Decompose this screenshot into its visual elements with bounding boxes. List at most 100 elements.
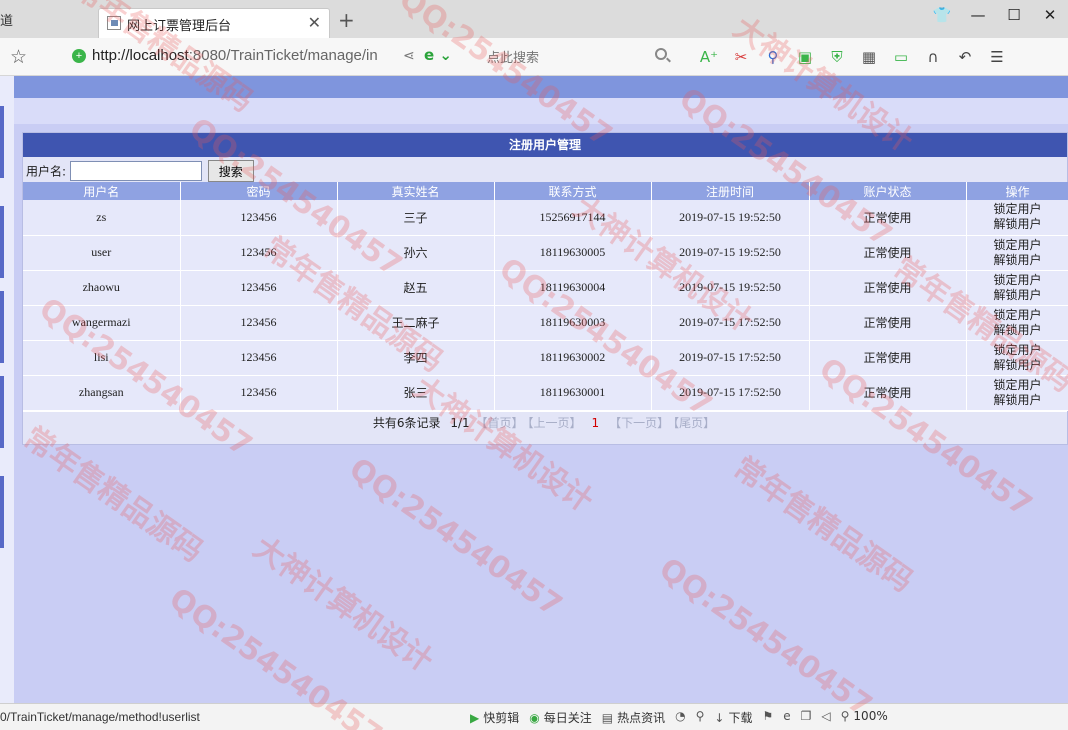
cell-register-time: 2019-07-15 19:52:50 — [651, 200, 810, 236]
cell-realname: 王二麻子 — [337, 305, 495, 341]
table-header-row: 用户名 密码 真实姓名 联系方式 注册时间 账户状态 操作 — [23, 182, 1068, 200]
last-page-link[interactable]: 【尾页】 — [673, 416, 715, 430]
url-path: :8080/TrainTicket/manage/in — [188, 47, 378, 64]
cell-password: 123456 — [180, 235, 338, 271]
share-icon[interactable]: ⋖ — [403, 48, 415, 64]
translate-icon[interactable]: A⁺ — [696, 46, 722, 68]
cell-password: 123456 — [180, 305, 338, 341]
cut-icon[interactable]: ✂ — [728, 46, 754, 68]
lock-user-link[interactable]: 锁定用户 — [967, 378, 1068, 393]
column-header: 用户名 — [23, 182, 181, 200]
table-row: wangermazi 123456 王二麻子 18119630003 2019-… — [23, 305, 1068, 341]
secure-icon: + — [72, 49, 86, 63]
lock-user-link[interactable]: 锁定用户 — [967, 343, 1068, 358]
column-header: 操作 — [966, 182, 1068, 200]
lock-user-link[interactable]: 锁定用户 — [967, 238, 1068, 253]
cell-phone: 18119630005 — [494, 235, 652, 271]
maximize-icon[interactable]: ☐ — [996, 6, 1032, 24]
menu-icon[interactable]: ☰ — [984, 46, 1010, 68]
zoom-control[interactable]: ⚲ 100% — [841, 709, 888, 726]
ie-icon[interactable]: e — [783, 709, 790, 726]
cell-actions: 锁定用户 解锁用户 — [966, 340, 1068, 376]
cell-realname: 张三 — [337, 375, 495, 411]
active-tab[interactable]: 网上订票管理后台 ✕ — [98, 8, 330, 38]
play-icon: ◉ — [529, 711, 540, 725]
unlock-user-link[interactable]: 解锁用户 — [967, 358, 1068, 373]
cell-realname: 赵五 — [337, 270, 495, 306]
cell-username: zhaowu — [23, 270, 181, 306]
cell-password: 123456 — [180, 340, 338, 376]
left-nav-marker — [0, 376, 4, 448]
current-page[interactable]: 1 — [591, 416, 599, 430]
previous-tab[interactable]: 道 — [0, 10, 13, 29]
cell-actions: 锁定用户 解锁用户 — [966, 375, 1068, 411]
quick-clip-button[interactable]: ▶ 快剪辑 — [470, 709, 519, 726]
new-tab-button[interactable]: + — [338, 8, 355, 32]
favorite-star-icon[interactable]: ☆ — [10, 46, 27, 68]
unlock-user-link[interactable]: 解锁用户 — [967, 393, 1068, 408]
cell-phone: 18119630002 — [494, 340, 652, 376]
window-icon[interactable]: ❐ — [801, 709, 812, 726]
pin-icon[interactable]: ⚲ — [696, 709, 705, 726]
game-icon[interactable]: ▣ — [792, 46, 818, 68]
cell-status: 正常使用 — [809, 340, 967, 376]
username-input[interactable] — [69, 161, 202, 181]
cell-actions: 锁定用户 解锁用户 — [966, 305, 1068, 341]
daily-focus-button[interactable]: ◉ 每日关注 — [529, 709, 592, 726]
close-tab-icon[interactable]: ✕ — [308, 13, 321, 32]
hot-news-button[interactable]: ▤ 热点资讯 — [602, 709, 665, 726]
undo-icon[interactable]: ↶ — [952, 46, 978, 68]
cell-password: 123456 — [180, 270, 338, 306]
cell-phone: 18119630003 — [494, 305, 652, 341]
first-page-link[interactable]: 【首页】 — [475, 416, 523, 430]
flag-icon[interactable]: ⚑ — [762, 709, 773, 726]
battery-icon[interactable]: ▭ — [888, 46, 914, 68]
shield-icon[interactable]: ⛨ — [824, 46, 850, 68]
url-field[interactable]: + http://localhost:8080/TrainTicket/manag… — [72, 47, 378, 64]
top-band — [14, 76, 1068, 98]
download-button[interactable]: ↓ 下载 — [714, 709, 752, 726]
search-icon[interactable] — [655, 48, 667, 60]
find-icon[interactable]: ⚲ — [760, 46, 786, 68]
skin-icon[interactable]: 👕 — [924, 6, 960, 24]
left-nav-marker — [0, 106, 4, 178]
download-icon: ↓ — [714, 711, 725, 725]
close-window-icon[interactable]: ✕ — [1032, 6, 1068, 24]
url-host: http://localhost — [92, 47, 189, 64]
left-nav-marker — [0, 206, 4, 278]
headphone-icon[interactable]: ∩ — [920, 46, 946, 68]
unlock-user-link[interactable]: 解锁用户 — [967, 217, 1068, 232]
prev-page-link[interactable]: 【上一页】 — [527, 416, 581, 430]
table-row: lisi 123456 李四 18119630002 2019-07-15 17… — [23, 340, 1068, 376]
cell-status: 正常使用 — [809, 375, 967, 411]
apps-icon[interactable]: ▦ — [856, 46, 882, 68]
cell-username: user — [23, 235, 181, 271]
status-bar: 0/TrainTicket/manage/method!userlist ▶ 快剪… — [0, 703, 1068, 730]
lock-user-link[interactable]: 锁定用户 — [967, 202, 1068, 217]
cell-realname: 三子 — [337, 200, 495, 236]
next-page-link[interactable]: 【下一页】 — [609, 416, 669, 430]
table-row: zhangsan 123456 张三 18119630001 2019-07-1… — [23, 375, 1068, 411]
speed-icon[interactable]: ◔ — [675, 709, 685, 726]
lock-user-link[interactable]: 锁定用户 — [967, 308, 1068, 323]
column-header: 账户状态 — [809, 182, 967, 200]
browser-search-input[interactable] — [477, 44, 675, 70]
unlock-user-link[interactable]: 解锁用户 — [967, 253, 1068, 268]
unlock-user-link[interactable]: 解锁用户 — [967, 323, 1068, 338]
tab-title: 网上订票管理后台 — [127, 19, 232, 34]
search-button[interactable]: 搜索 — [207, 160, 254, 182]
cell-username: wangermazi — [23, 305, 181, 341]
ie-mode-icon[interactable]: e ⌄ — [424, 46, 452, 64]
column-header: 真实姓名 — [337, 182, 495, 200]
cell-register-time: 2019-07-15 19:52:50 — [651, 235, 810, 271]
cell-status: 正常使用 — [809, 305, 967, 341]
username-label: 用户名: — [26, 164, 67, 179]
cell-actions: 锁定用户 解锁用户 — [966, 235, 1068, 271]
column-header: 联系方式 — [494, 182, 652, 200]
lock-user-link[interactable]: 锁定用户 — [967, 273, 1068, 288]
sound-icon[interactable]: ◁ — [821, 709, 830, 726]
cell-phone: 18119630001 — [494, 375, 652, 411]
unlock-user-link[interactable]: 解锁用户 — [967, 288, 1068, 303]
minimize-icon[interactable]: — — [960, 6, 996, 24]
cell-actions: 锁定用户 解锁用户 — [966, 270, 1068, 306]
